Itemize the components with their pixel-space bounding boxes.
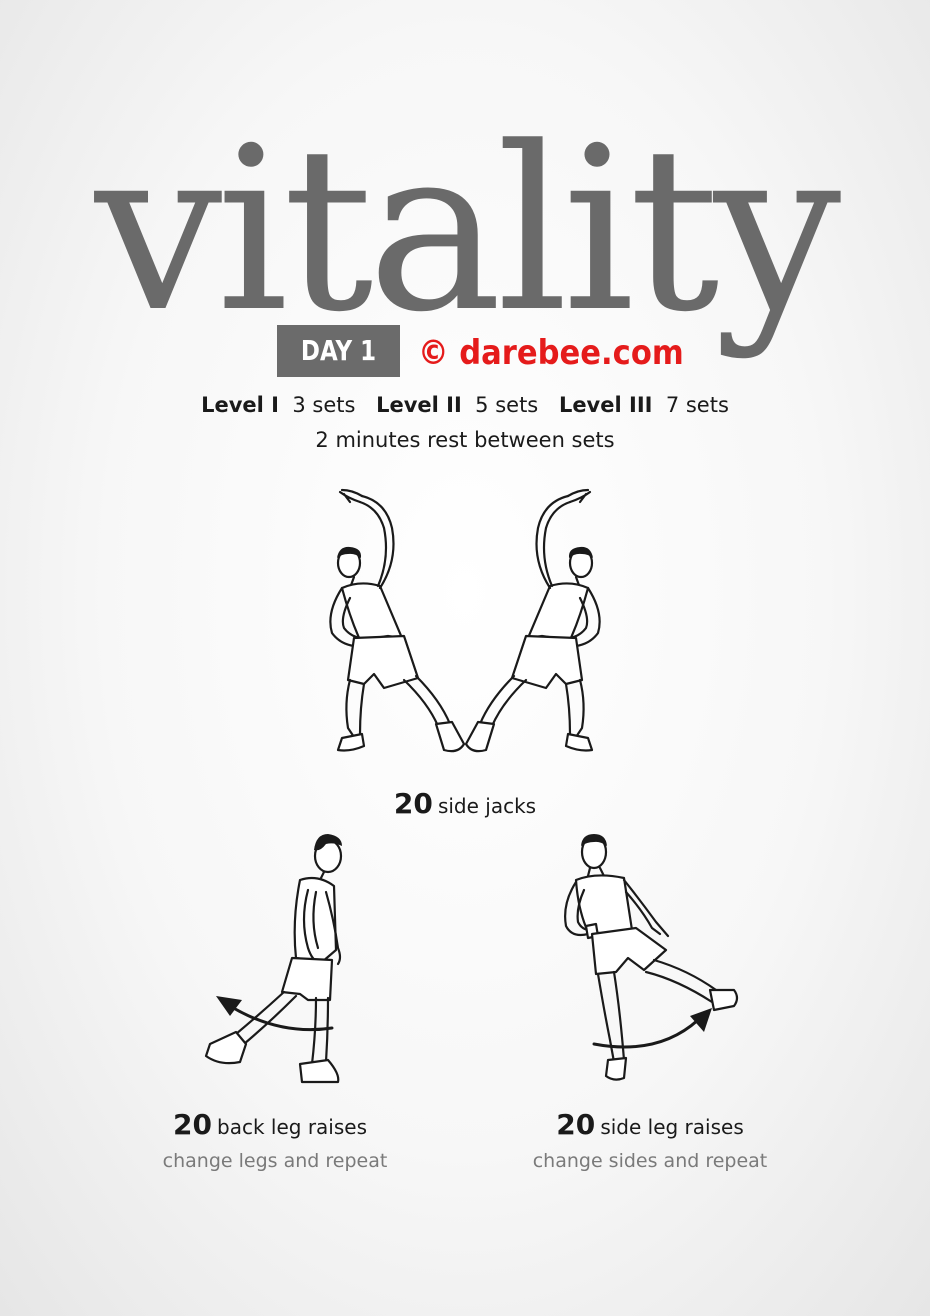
side-jacks-right-figure bbox=[464, 488, 601, 753]
page-title: vitality bbox=[94, 99, 842, 362]
brand-link[interactable]: © darebee.com bbox=[418, 330, 684, 376]
side-jacks-left-figure bbox=[329, 488, 466, 753]
day-badge: DAY 1 bbox=[277, 325, 400, 377]
level-2: Level II 5 sets bbox=[376, 393, 539, 417]
side-jacks-figure-icon bbox=[329, 488, 601, 753]
level-3: Level III 7 sets bbox=[558, 393, 729, 417]
exercise-note-back-leg-raises: change legs and repeat bbox=[162, 1150, 388, 1172]
exercise-note-side-leg-raises: change sides and repeat bbox=[532, 1150, 768, 1172]
side-leg-raise-figure-icon bbox=[564, 834, 739, 1081]
back-leg-raise-figure-icon bbox=[204, 834, 343, 1084]
exercise-caption-side-jacks: 20 side jacks bbox=[393, 787, 537, 820]
rest-info: 2 minutes rest between sets bbox=[315, 428, 615, 452]
exercise-caption-back-leg-raises: 20 back leg raises bbox=[172, 1108, 368, 1141]
levels-row: Level I 3 sets Level II 5 sets Level III… bbox=[0, 393, 930, 417]
level-1: Level I 3 sets bbox=[201, 393, 356, 417]
exercise-caption-side-leg-raises: 20 side leg raises bbox=[556, 1108, 744, 1141]
